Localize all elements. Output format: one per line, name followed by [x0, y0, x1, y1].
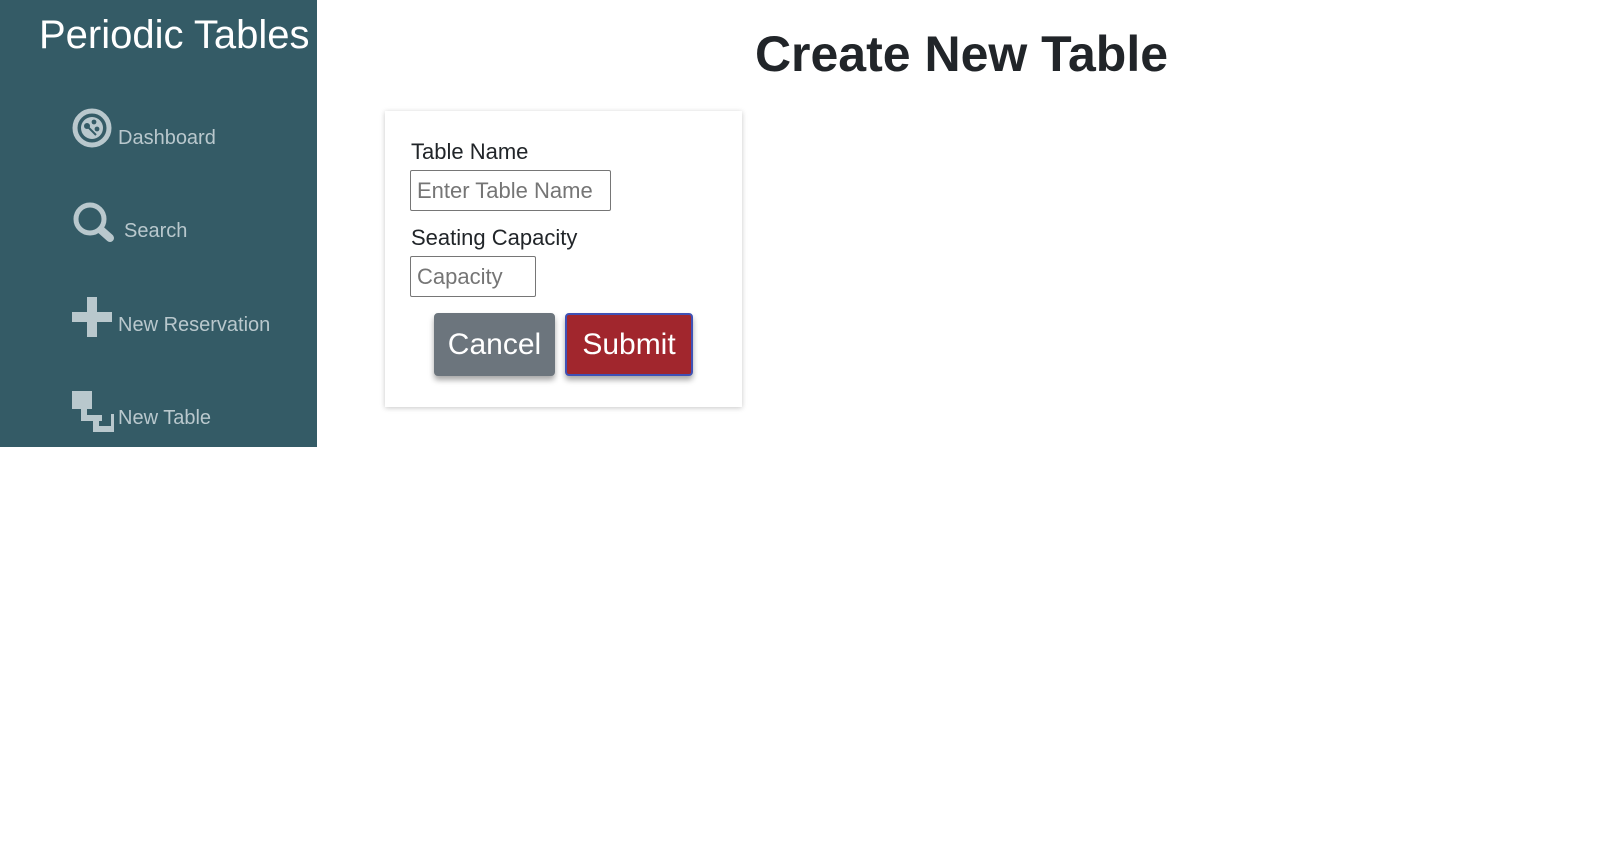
search-icon: [72, 201, 114, 245]
sidebar-item-label: Search: [124, 220, 188, 242]
sidebar-item-label: New Reservation: [118, 314, 271, 336]
brand-title[interactable]: Periodic Tables: [39, 13, 310, 58]
sidebar-item-label: Dashboard: [118, 127, 216, 149]
sidebar-item-new-reservation[interactable]: New Reservation: [72, 295, 270, 339]
dashboard-icon: [72, 108, 114, 152]
page-title: Create New Table: [754, 26, 1169, 82]
plus-icon: [72, 295, 114, 339]
capacity-input[interactable]: [410, 256, 536, 297]
sidebar-item-search[interactable]: Search: [72, 201, 187, 245]
new-table-form: Table Name Seating Capacity Cancel Submi…: [385, 111, 742, 407]
sidebar-item-new-table[interactable]: New Table: [72, 388, 211, 432]
table-name-label: Table Name: [411, 139, 529, 164]
table-name-input[interactable]: [410, 170, 611, 211]
sidebar-item-label: New Table: [118, 407, 212, 429]
sidebar-item-dashboard[interactable]: Dashboard: [72, 108, 216, 152]
cancel-button[interactable]: Cancel: [434, 313, 555, 376]
submit-button[interactable]: Submit: [565, 313, 693, 376]
new-table-icon: [72, 388, 117, 432]
sidebar: Periodic Tables Dashboard Search New Res…: [0, 0, 317, 447]
capacity-label: Seating Capacity: [411, 225, 578, 250]
